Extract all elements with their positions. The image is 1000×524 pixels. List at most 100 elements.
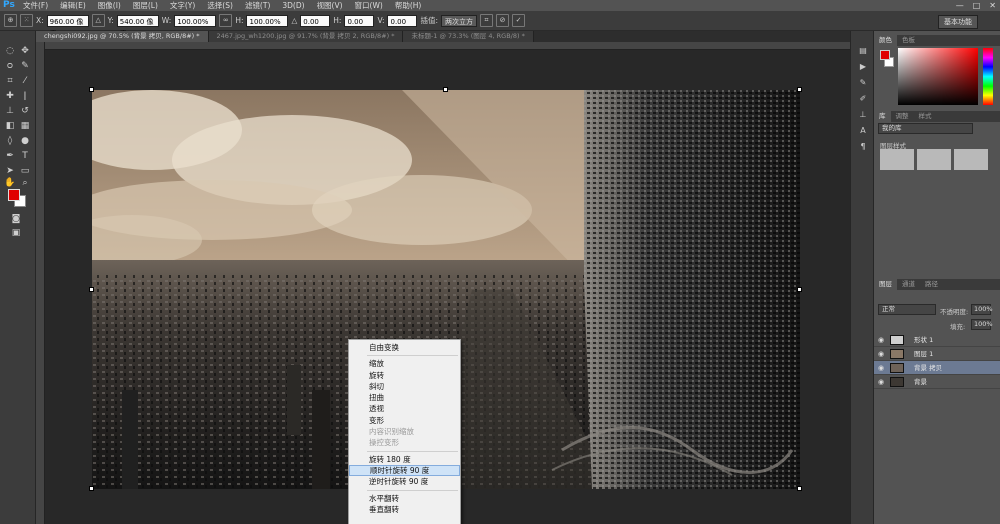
transform-handle-right[interactable] [797, 287, 802, 292]
clone-source-icon[interactable]: ⊥ [857, 109, 869, 121]
layer-row-layer-1[interactable]: ◉ 图层 1 [874, 347, 1000, 361]
menu-file[interactable]: 文件(F) [17, 0, 54, 11]
y-field[interactable]: 540.00 像素 [116, 14, 159, 38]
menu-item-flip-horizontal[interactable]: 水平翻转 [349, 493, 460, 504]
crop-tool-icon[interactable]: ⌗ [4, 75, 16, 87]
transform-handle-bottom-left[interactable] [89, 486, 94, 491]
path-select-icon[interactable]: ➤ [4, 165, 16, 177]
pen-tool-icon[interactable]: ✒ [4, 150, 16, 162]
angle-field[interactable]: 0.00 [300, 14, 331, 27]
healing-brush-icon[interactable]: ✚ [4, 90, 16, 102]
shape-tool-icon[interactable]: ▭ [19, 165, 31, 177]
layer-row-shape-1[interactable]: ◉ 形状 1 [874, 333, 1000, 347]
history-brush-icon[interactable]: ↺ [19, 105, 31, 117]
tab-color[interactable]: 颜色 [874, 35, 897, 46]
menu-view[interactable]: 视图(V) [311, 0, 349, 11]
blur-tool-icon[interactable]: ◊ [4, 135, 16, 147]
color-field[interactable] [898, 48, 978, 105]
quick-select-tool-icon[interactable]: ✎ [19, 60, 31, 72]
delta-icon[interactable]: △ [91, 14, 105, 27]
maximize-icon[interactable]: □ [973, 0, 981, 11]
tab-channels[interactable]: 通道 [897, 279, 920, 290]
gradient-tool-icon[interactable]: ▦ [19, 120, 31, 132]
menu-layer[interactable]: 图层(L) [127, 0, 164, 11]
menu-help[interactable]: 帮助(H) [389, 0, 428, 11]
clone-stamp-icon[interactable]: ⊥ [4, 105, 16, 117]
menu-item-rotate[interactable]: 旋转 [349, 370, 460, 381]
zoom-tool-icon[interactable]: ⌕ [19, 177, 31, 189]
minimize-icon[interactable]: — [956, 0, 964, 11]
menu-item-scale[interactable]: 缩放 [349, 358, 460, 369]
paragraph-panel-icon[interactable]: ¶ [857, 141, 869, 153]
brush-panel-icon[interactable]: ✎ [857, 77, 869, 89]
opacity-field[interactable]: 100% [971, 304, 993, 315]
eraser-tool-icon[interactable]: ◧ [4, 120, 16, 132]
transform-handle-bottom-right[interactable] [797, 486, 802, 491]
panel-foreground-swatch[interactable] [880, 50, 890, 60]
menu-item-distort[interactable]: 扭曲 [349, 392, 460, 403]
tab-styles[interactable]: 样式 [914, 111, 937, 122]
height-field[interactable]: 100.00% [246, 14, 289, 27]
tab-paths[interactable]: 路径 [920, 279, 943, 290]
visibility-eye-icon[interactable]: ◉ [878, 350, 884, 358]
properties-panel-icon[interactable]: ▶ [857, 61, 869, 73]
link-icon[interactable]: ∞ [219, 14, 233, 27]
menu-item-perspective[interactable]: 透视 [349, 403, 460, 414]
layer-row-background-copy[interactable]: ◉ 背景 拷贝 [874, 361, 1000, 375]
warp-mode-icon[interactable]: ⌗ [480, 14, 494, 27]
lasso-tool-icon[interactable]: ᴑ [4, 60, 16, 72]
move-tool-icon[interactable]: ✥ [19, 45, 31, 57]
menu-window[interactable]: 窗口(W) [349, 0, 389, 11]
screen-mode-icon[interactable]: ▣ [10, 227, 22, 239]
menu-image[interactable]: 图像(I) [92, 0, 127, 11]
history-panel-icon[interactable]: ▤ [857, 45, 869, 57]
menu-item-rotate-90-cw[interactable]: 顺时针旋转 90 度 [349, 464, 460, 477]
move-tool-preset-icon[interactable]: ⊕ [4, 14, 17, 27]
style-swatch[interactable] [954, 149, 988, 170]
character-panel-icon[interactable]: A [857, 125, 869, 137]
hand-tool-icon[interactable]: ✋ [4, 177, 16, 189]
tab-adjustments[interactable]: 调整 [891, 111, 914, 122]
menu-item-free-transform[interactable]: 自由变换 [349, 342, 460, 353]
tab-2467[interactable]: 2467.jpg_wh1200.jpg @ 91.7% (背景 拷贝 2, RG… [208, 31, 404, 42]
menu-filter[interactable]: 滤镜(T) [239, 0, 276, 11]
visibility-eye-icon[interactable]: ◉ [878, 378, 884, 386]
menu-type[interactable]: 文字(Y) [164, 0, 201, 11]
dodge-tool-icon[interactable]: ● [19, 135, 31, 147]
menu-3d[interactable]: 3D(D) [276, 0, 310, 11]
x-field[interactable]: 960.00 像素 [46, 14, 89, 38]
reference-point-icon[interactable]: ⁙ [20, 14, 33, 27]
marquee-tool-icon[interactable]: ◌ [4, 45, 16, 57]
quick-mask-icon[interactable]: ◙ [10, 213, 22, 225]
style-swatch[interactable] [880, 149, 914, 170]
tab-swatches[interactable]: 色板 [897, 35, 920, 46]
workspace-select[interactable]: 基本功能 [938, 15, 978, 29]
transform-handle-top-right[interactable] [797, 87, 802, 92]
close-icon[interactable]: ✕ [989, 0, 996, 11]
menu-select[interactable]: 选择(S) [201, 0, 239, 11]
brush-tool-icon[interactable]: ǀ [19, 90, 31, 102]
transform-handle-top-left[interactable] [89, 87, 94, 92]
tab-libraries[interactable]: 库 [874, 111, 891, 122]
type-tool-icon[interactable]: T [19, 150, 31, 162]
commit-transform-icon[interactable]: ✓ [512, 14, 526, 27]
horizontal-skew-field[interactable]: 0.00 [344, 14, 375, 27]
layer-row-background[interactable]: ◉ 背景 [874, 375, 1000, 389]
transform-handle-left[interactable] [89, 287, 94, 292]
tab-untitled-1[interactable]: 未标题-1 @ 73.3% (图层 4, RGB/8) * [403, 31, 534, 42]
cancel-transform-icon[interactable]: ⊘ [496, 14, 510, 27]
menu-item-rotate-90-ccw[interactable]: 逆时针旋转 90 度 [349, 476, 460, 487]
brush-preset-icon[interactable]: ✐ [857, 93, 869, 105]
visibility-eye-icon[interactable]: ◉ [878, 336, 884, 344]
menu-item-rotate-180[interactable]: 旋转 180 度 [349, 454, 460, 465]
visibility-eye-icon[interactable]: ◉ [878, 364, 884, 372]
tab-layers[interactable]: 图层 [874, 279, 897, 290]
width-field[interactable]: 100.00% [174, 14, 217, 27]
library-select[interactable]: 我的库 [878, 123, 973, 134]
hue-slider[interactable] [983, 48, 993, 105]
style-swatch[interactable] [917, 149, 951, 170]
fill-field[interactable]: 100% [971, 319, 993, 330]
menu-item-skew[interactable]: 斜切 [349, 381, 460, 392]
foreground-color-swatch[interactable] [8, 189, 20, 201]
eyedropper-tool-icon[interactable]: ⁄ [19, 75, 31, 87]
